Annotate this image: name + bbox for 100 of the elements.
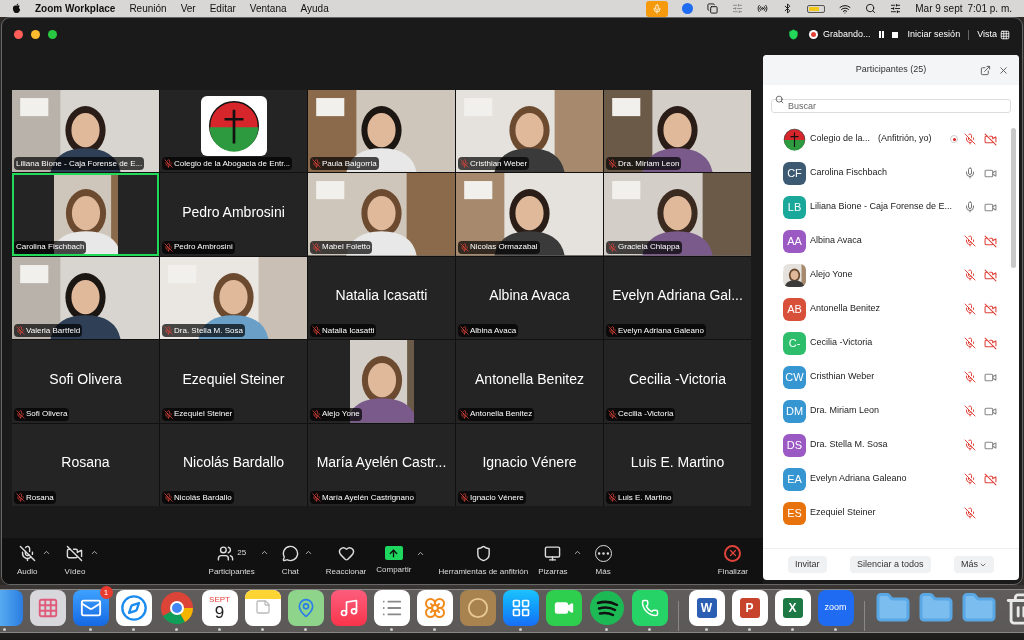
panel-button[interactable]: Más [953, 556, 994, 573]
arrow-up-icon [388, 547, 400, 559]
reminders-app-icon[interactable] [373, 590, 410, 626]
search-icon[interactable] [865, 3, 877, 14]
apple-icon[interactable] [12, 3, 21, 14]
office-app-icon[interactable]: W [688, 590, 725, 626]
wifi-icon[interactable] [839, 2, 852, 15]
launchpad-app-icon[interactable] [29, 590, 66, 626]
app-store-icon[interactable] [502, 590, 539, 626]
name-text: Sofi Olivera [26, 408, 68, 421]
close-icon[interactable] [998, 64, 1009, 76]
app-letter: X [782, 598, 803, 618]
name-text: Cecilia -Victoria [618, 408, 674, 421]
pause-icon[interactable] [878, 31, 884, 38]
participant-name: Dra. Miriam Leon [810, 404, 880, 418]
participant-name: Alejo Yone [810, 268, 853, 282]
whiteboard-button[interactable]: Pizarras [533, 544, 573, 578]
name-text: Rosana [26, 491, 54, 504]
video-button[interactable]: Vídeo [59, 544, 91, 578]
participant-row[interactable]: AB Antonella Benitez [763, 292, 1019, 326]
maps-app-icon[interactable] [287, 590, 324, 626]
app-name-menu[interactable]: Zoom Workplace [35, 1, 116, 16]
avatar: EA [783, 467, 806, 491]
avatar: CF [783, 161, 806, 185]
menu-item[interactable]: Ventana [249, 1, 287, 16]
participant-name: Albina Avaca [810, 234, 862, 248]
participant-row[interactable]: CW Cristhian Weber [763, 360, 1019, 394]
zoom-status-icon[interactable] [682, 3, 694, 14]
windows-icon[interactable] [707, 3, 719, 14]
envelope-icon [79, 597, 102, 619]
people-icon [217, 544, 235, 562]
audio-button[interactable]: Audio [12, 544, 43, 578]
chat-icon [281, 544, 299, 562]
participant-row[interactable]: LB Liliana Bione - Caja Forense de E... [763, 190, 1019, 224]
caret-icon[interactable] [416, 549, 426, 558]
react-button[interactable]: Reaccionar [320, 544, 372, 578]
music-app-icon[interactable] [330, 590, 367, 626]
menu-time[interactable]: 7:01 p. m. [967, 1, 1012, 16]
chat-button[interactable]: Chat [276, 544, 304, 578]
search-field[interactable]: Buscar [771, 99, 1011, 113]
menu-date[interactable]: Mar 9 sept [915, 1, 963, 16]
photos-app-icon[interactable] [416, 590, 453, 626]
participant-name: Evelyn Adriana Galeano [810, 472, 907, 486]
participant-name: Pedro Ambrosini [182, 203, 285, 223]
zoom-window-button[interactable] [48, 30, 57, 39]
notes-app-icon[interactable] [244, 590, 281, 626]
participant-name: Ignacio Vénere [482, 453, 577, 473]
participant-row[interactable]: DS Dra. Stella M. Sosa [763, 428, 1019, 462]
note-icon [254, 599, 271, 615]
close-window-button[interactable] [14, 30, 23, 39]
participant-name: Liliana Bione - Caja Forense de E... [810, 200, 953, 214]
participant-row[interactable]: AA Albina Avaca [763, 224, 1019, 258]
panel-button[interactable]: Silenciar a todos [849, 556, 931, 573]
notification-badge: 1 [99, 586, 113, 599]
zoom-app-icon[interactable]: zoom [817, 590, 854, 626]
whatsapp-app-icon[interactable] [631, 590, 668, 626]
host-button[interactable]: Herramientas de anfitrión [433, 544, 534, 578]
grid-icon [1000, 29, 1010, 40]
participant-row[interactable]: Alejo Yone [763, 258, 1019, 292]
calendar-month: SEPT [209, 595, 230, 604]
participants-button[interactable]: 25 Participantes [203, 544, 260, 578]
stop-icon[interactable] [891, 31, 898, 38]
participant-row[interactable]: ES Ezequiel Steiner [763, 496, 1019, 530]
chrome-app-icon[interactable] [158, 590, 195, 626]
app-letter: P [739, 598, 760, 618]
panel-button[interactable]: Invitar [788, 556, 827, 573]
facetime-app-icon[interactable] [545, 590, 582, 626]
end-button[interactable]: Finalizar [712, 544, 753, 578]
participant-row[interactable]: EA Evelyn Adriana Galeano [763, 462, 1019, 496]
office-app-icon[interactable]: X [774, 590, 811, 626]
airdrop-icon[interactable] [757, 3, 769, 14]
spotify-app-icon[interactable] [588, 590, 625, 626]
view-button[interactable]: Vista [977, 27, 1010, 42]
safari-app-icon[interactable] [115, 590, 152, 626]
menu-item[interactable]: Ayuda [300, 1, 329, 16]
participant-name: Carolina Fischbach [810, 166, 888, 180]
participant-row[interactable]: DM Dra. Miriam Leon [763, 394, 1019, 428]
menu-item[interactable]: Reunión [129, 1, 167, 16]
sign-in-link[interactable]: Iniciar sesión [907, 27, 961, 42]
share-button[interactable]: Compartir [371, 546, 417, 576]
pop-out-icon[interactable] [980, 64, 991, 76]
participant-name: Rosana [61, 453, 110, 473]
name-text: Mabel Foletto [322, 241, 371, 254]
battery-icon[interactable] [807, 4, 826, 13]
menu-item[interactable]: Editar [209, 1, 236, 16]
calendar-app-icon[interactable]: SEPT 9 [201, 590, 238, 626]
more-button[interactable]: Más [589, 544, 617, 578]
participant-name: Antonella Benitez [810, 302, 881, 316]
name-text: Natalia Icasatti [322, 324, 375, 337]
menu-item[interactable]: Ver [180, 1, 196, 16]
participant-row[interactable]: CF Carolina Fischbach [763, 156, 1019, 190]
participant-row[interactable]: C- Cecilia -Victoria [763, 326, 1019, 360]
calendar-day: 9 [214, 603, 225, 621]
app-letter: W [696, 598, 717, 618]
participant-name: Cecilia -Victoria [810, 336, 873, 350]
book-app-icon[interactable] [459, 590, 496, 626]
minimize-window-button[interactable] [31, 30, 40, 39]
participant-row[interactable]: Colegio de la... (Anfitrión, yo) [763, 122, 1019, 156]
control-center-icon[interactable] [890, 3, 902, 14]
office-app-icon[interactable]: P [731, 590, 768, 626]
